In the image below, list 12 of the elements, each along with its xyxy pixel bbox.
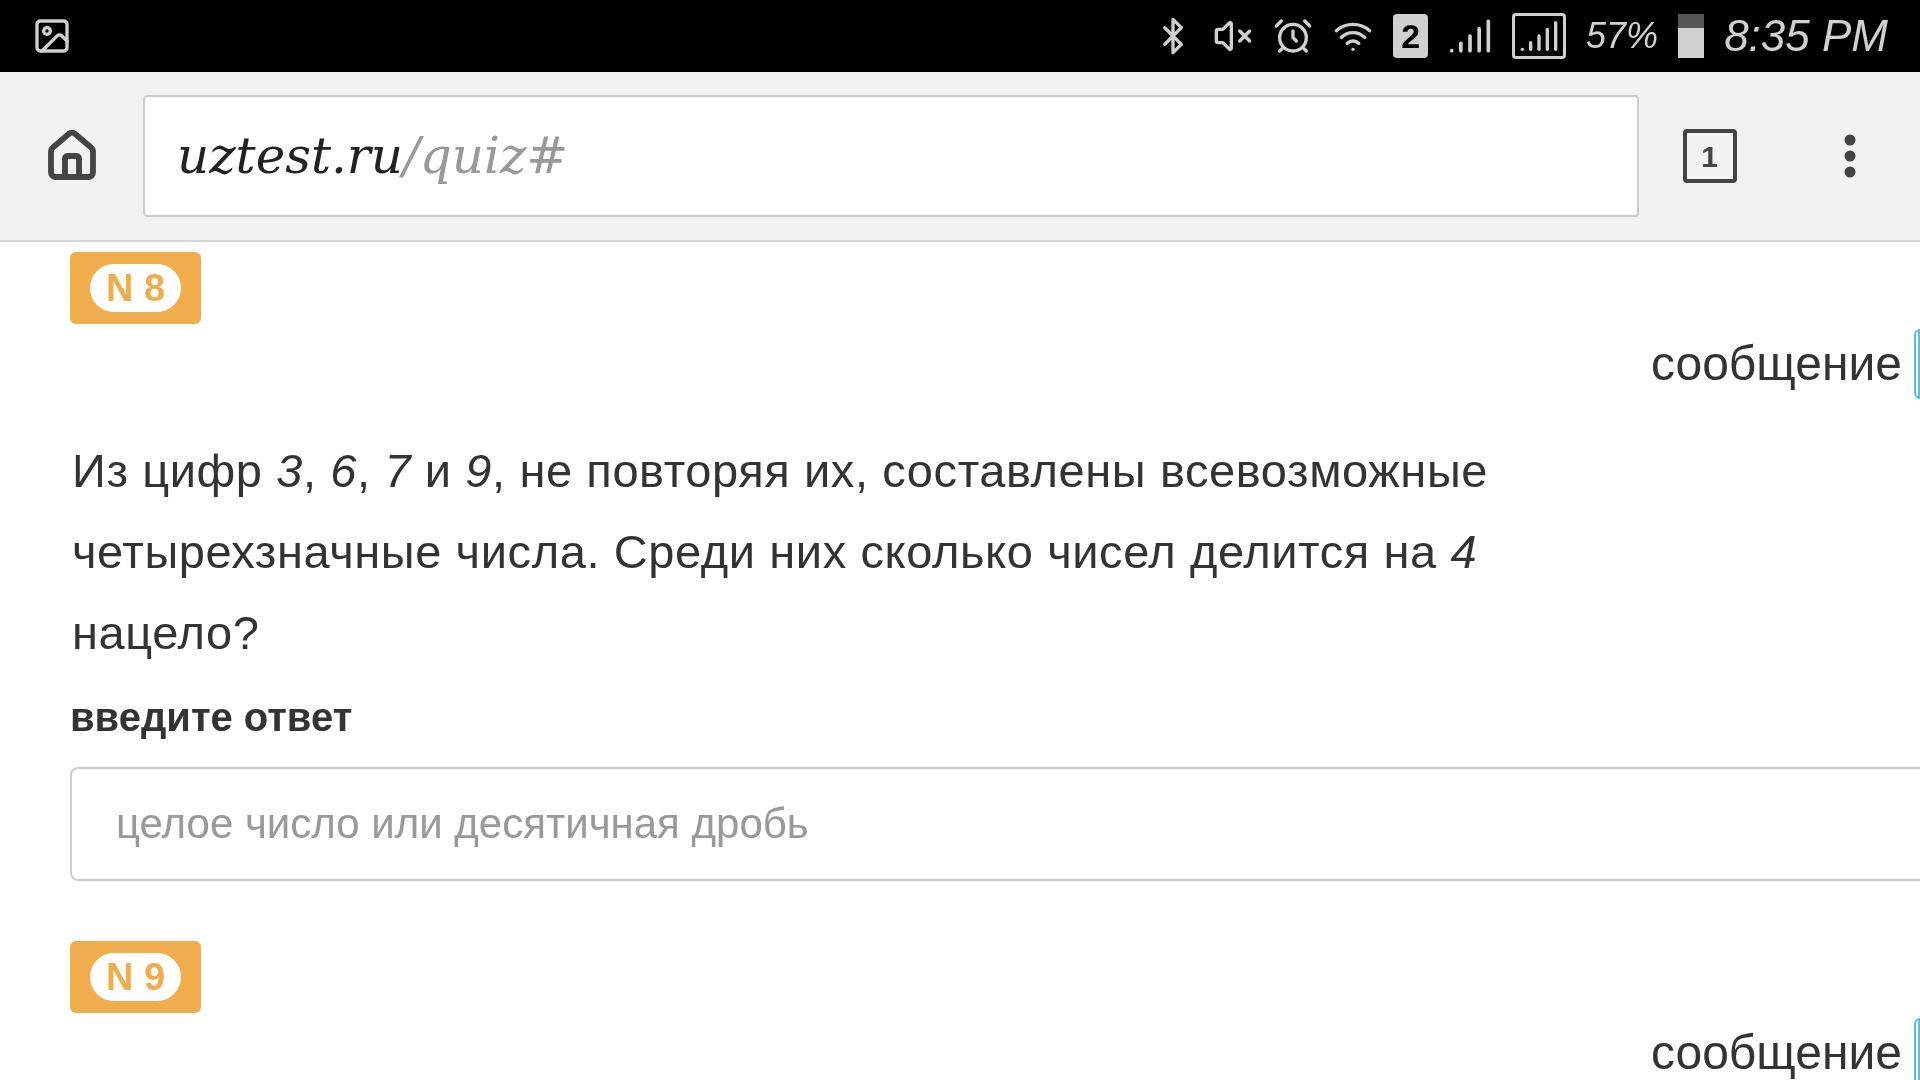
question-number-badge: N 8: [70, 252, 202, 324]
sim-indicator: 2: [1393, 14, 1429, 58]
tabs-button[interactable]: 1: [1682, 129, 1737, 183]
message-link[interactable]: сообщение: [1650, 1017, 1902, 1080]
clock: 8:35 PM: [1724, 10, 1888, 62]
url-field[interactable]: uztest.ru/quiz#: [143, 95, 1639, 217]
message-link[interactable]: сообщение: [1650, 328, 1902, 400]
battery-percent: 57%: [1586, 14, 1659, 58]
question-number-badge: N 9: [70, 941, 202, 1013]
answer-field[interactable]: целое число или десятичная дробь: [70, 767, 1920, 881]
answer-label: введите ответ: [69, 694, 354, 741]
question-text: Из цифр 3, 6, 7 и 9, не повторяя их, составлены всевозможные четырехзначные числа. Среди них сколько чисел делится на 4 нацело?: [72, 443, 1489, 661]
